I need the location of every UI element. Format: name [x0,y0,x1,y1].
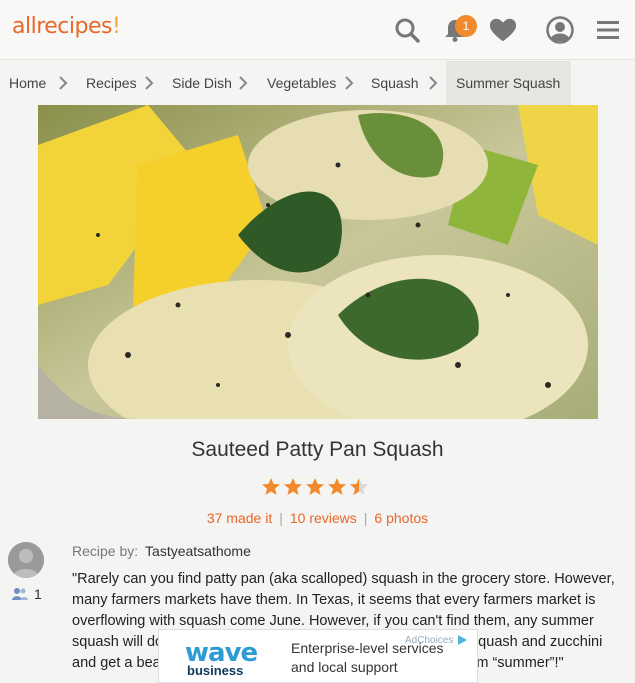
photos-link[interactable]: 6 photos [374,510,428,526]
recipe-photo[interactable] [38,105,598,419]
search-icon[interactable] [393,16,421,44]
chevron-right-icon [429,76,438,90]
star-full-icon [262,478,280,495]
recipe-title: Sauteed Patty Pan Squash [191,438,444,461]
profile-icon[interactable] [546,16,574,44]
menu-icon[interactable] [594,16,622,44]
breadcrumb-vegetables[interactable]: Vegetables [267,61,336,105]
breadcrumb-squash[interactable]: Squash [371,61,418,105]
top-header: allrecipes! 1 [0,0,635,60]
chevron-right-icon [145,76,154,90]
chevron-right-icon [239,76,248,90]
breadcrumb-summer-squash[interactable]: Summer Squash [446,61,571,105]
star-half-icon [350,478,368,495]
allrecipes-logo[interactable]: allrecipes! [12,14,121,39]
made-it-link[interactable]: 37 made it [207,510,272,526]
star-rating[interactable] [261,477,369,499]
ad-brand-sub: business [187,663,244,678]
breadcrumb-home[interactable]: Home [9,61,46,105]
advertisement-banner[interactable]: wave business Enterprise-level services … [158,629,478,683]
chevron-right-icon [59,76,68,90]
breadcrumb-side-dish[interactable]: Side Dish [172,61,232,105]
adchoices-label: AdChoices [405,634,454,646]
star-full-icon [328,478,346,495]
followers-count: 1 [34,586,42,602]
notification-badge: 1 [455,15,477,37]
recipe-byline: Recipe by: Tastyeatsathome [72,543,251,559]
author-name[interactable]: Tastyeatsathome [145,543,251,559]
star-full-icon [306,478,324,495]
recipe-stats: 37 made it | 10 reviews | 6 photos [0,510,635,526]
stats-separator: | [279,510,283,526]
breadcrumb: Home Recipes Side Dish Vegetables Squash… [0,61,635,105]
author-followers[interactable]: 1 [12,586,42,602]
recipe-by-label: Recipe by: [72,543,139,559]
followers-icon [12,588,28,600]
chevron-right-icon [345,76,354,90]
author-avatar[interactable] [8,542,44,578]
breadcrumb-recipes[interactable]: Recipes [86,61,137,105]
heart-icon[interactable] [489,16,517,44]
reviews-link[interactable]: 10 reviews [290,510,357,526]
adchoices-link[interactable]: AdChoices [405,634,468,646]
star-full-icon [284,478,302,495]
stats-separator: | [363,510,368,526]
adchoices-icon [458,635,468,645]
ad-line-2: and local support [291,659,398,675]
